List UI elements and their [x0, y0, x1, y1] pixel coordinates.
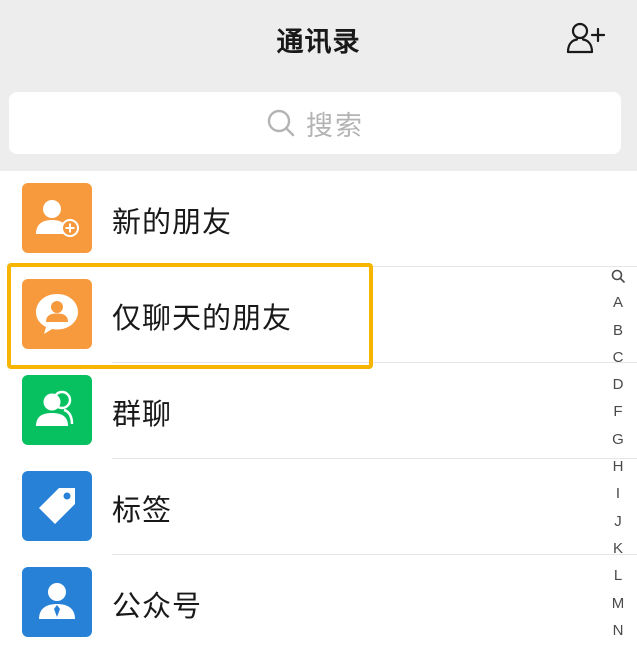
index-letter[interactable]: J [604, 508, 632, 535]
index-letter[interactable]: F [604, 398, 632, 425]
index-letter[interactable]: H [604, 453, 632, 480]
index-letter[interactable]: K [604, 535, 632, 562]
page-title: 通讯录 [276, 27, 361, 58]
list-item-label: 标签 [112, 493, 173, 527]
official-account-icon [22, 567, 92, 637]
index-letter[interactable]: A [604, 289, 632, 316]
new-friend-icon [22, 183, 92, 253]
list-item-label: 群聊 [112, 397, 173, 431]
index-letter[interactable]: C [604, 344, 632, 371]
contacts-menu-list: 新的朋友 仅聊天的朋友 群聊 标签 公众号 [0, 171, 637, 646]
list-item-group-chats[interactable]: 群聊 [0, 363, 637, 459]
add-contact-icon [566, 22, 605, 54]
list-item-official-accounts[interactable]: 公众号 [0, 555, 637, 646]
highlight-box [7, 263, 373, 369]
search-icon [267, 109, 295, 137]
list-item-tags[interactable]: 标签 [0, 459, 637, 555]
add-contact-button[interactable] [560, 16, 610, 60]
list-item-label: 新的朋友 [112, 205, 233, 239]
index-letter[interactable]: D [604, 371, 632, 398]
index-letter[interactable]: G [604, 426, 632, 453]
index-letter[interactable]: N [604, 617, 632, 644]
header: 通讯录 [0, 0, 637, 82]
index-letter[interactable]: M [604, 590, 632, 617]
search-bar[interactable]: 搜索 [9, 92, 621, 154]
list-item-label: 公众号 [112, 589, 203, 623]
search-placeholder: 搜索 [306, 110, 364, 142]
index-search-icon[interactable] [604, 262, 632, 289]
index-letter[interactable]: L [604, 562, 632, 589]
index-letter[interactable]: I [604, 480, 632, 507]
contacts-screen: 通讯录 搜索 新的朋友 仅聊天的朋友 群聊 标签 公众号 A B C D F G… [0, 0, 637, 646]
tag-icon [22, 471, 92, 541]
list-item-new-friends[interactable]: 新的朋友 [0, 171, 637, 267]
index-letter[interactable]: B [604, 317, 632, 344]
alphabet-index[interactable]: A B C D F G H I J K L M N [604, 262, 632, 644]
group-chat-icon [22, 375, 92, 445]
